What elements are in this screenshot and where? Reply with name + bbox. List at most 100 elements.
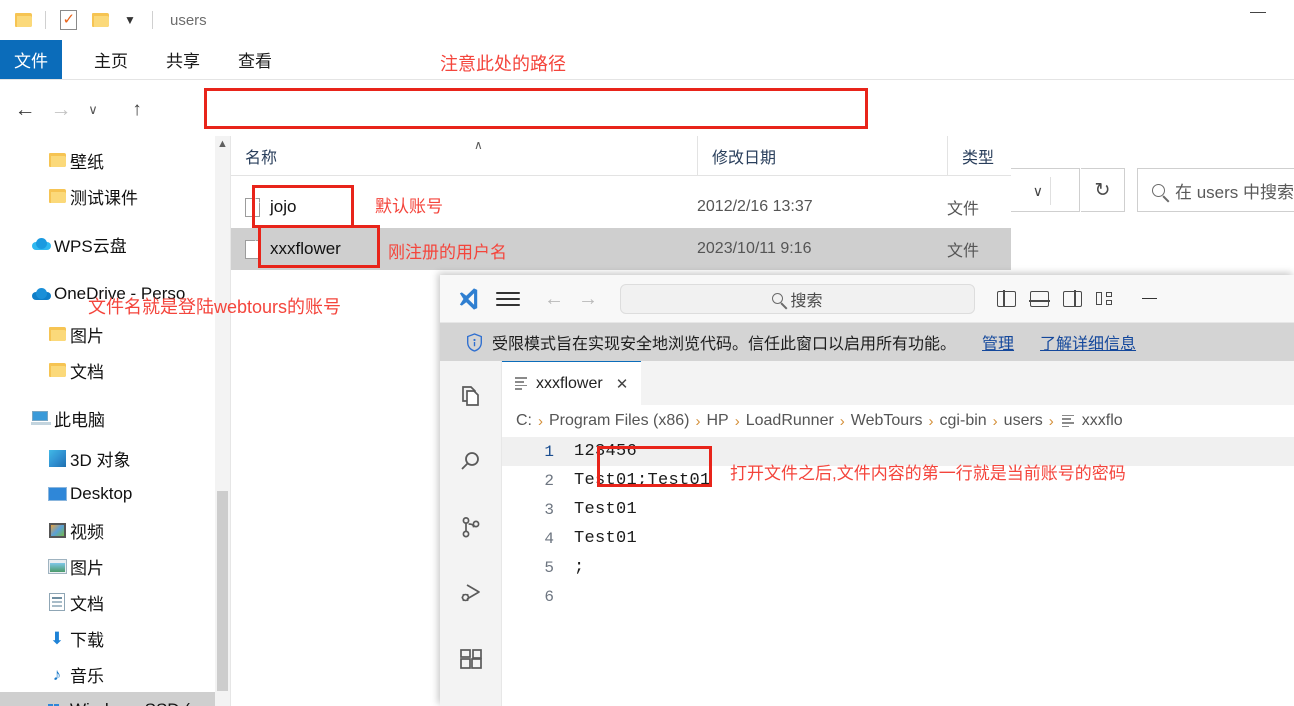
nav-item-3d-objects[interactable]: 3D 对象 (0, 440, 222, 476)
trust-banner-message: 受限模式旨在实现安全地浏览代码。信任此窗口以启用所有功能。 (492, 336, 957, 353)
trust-manage-link[interactable]: 管理 (982, 330, 1014, 354)
quick-access-folder-icon[interactable] (10, 7, 36, 33)
column-header-type[interactable]: 类型 (947, 136, 1011, 176)
breadcrumb-item-1[interactable]: Program Files (x86) (549, 412, 689, 430)
customize-layout-icon[interactable] (1096, 291, 1116, 307)
line-number: 5 (544, 558, 554, 577)
nav-item-windows-ssd[interactable]: Windows-SSD ( (0, 692, 222, 706)
screenshot-root: ▼ users 文件 主页 共享 查看 ← → ∨ ↑ « (0, 0, 1294, 706)
breadcrumb-item-7[interactable]: xxxflo (1082, 412, 1123, 430)
breadcrumb-sep: › (992, 412, 998, 430)
breadcrumb-sep: › (695, 412, 701, 430)
vscode-forward-icon[interactable]: → (578, 289, 598, 309)
file-date-cell: 2023/10/11 9:16 (697, 240, 812, 257)
customize-qat-icon[interactable]: ▼ (117, 7, 143, 33)
address-divider (1050, 177, 1051, 205)
music-icon: ♪ (52, 664, 62, 684)
recent-locations-button[interactable]: ∨ (80, 96, 106, 122)
nav-item-courseware[interactable]: 测试课件 (0, 178, 222, 214)
nav-item-videos[interactable]: 视频 (0, 512, 222, 548)
search-icon[interactable] (456, 447, 486, 477)
ribbon-tabs: 文件 主页 共享 查看 (0, 40, 1294, 80)
breadcrumb-item-6[interactable]: users (1004, 412, 1043, 430)
code-line: 5 ; (502, 553, 1294, 582)
ribbon-tab-share[interactable]: 共享 (152, 40, 214, 79)
source-control-icon[interactable] (456, 513, 486, 543)
annotation-box-xxxflower (258, 225, 380, 268)
explorer-title-bar: ▼ users (0, 0, 1294, 40)
nav-item-pictures[interactable]: 图片 (0, 548, 222, 584)
toggle-primary-sidebar-icon[interactable] (997, 289, 1016, 308)
search-box[interactable]: 在 users 中搜索 (1137, 168, 1294, 212)
documents-icon (44, 593, 70, 611)
run-and-debug-icon[interactable] (456, 579, 486, 609)
nav-item-label: 音乐 (70, 666, 104, 686)
column-header-date[interactable]: 修改日期 (697, 136, 947, 176)
nav-item-music[interactable]: ♪ 音乐 (0, 656, 222, 692)
extensions-icon[interactable] (456, 645, 486, 675)
file-type-cell: 文件 (947, 243, 980, 260)
explorer-icon[interactable] (456, 381, 486, 411)
new-folder-icon[interactable] (87, 7, 113, 33)
nav-item-wallpaper[interactable]: 壁纸 (0, 142, 222, 178)
nav-item-this-pc[interactable]: 此电脑 (0, 400, 222, 436)
qat-divider (45, 11, 46, 29)
minimize-button[interactable] (1250, 12, 1266, 13)
nav-item-label: 此电脑 (54, 410, 105, 430)
breadcrumb-item-0[interactable]: C: (516, 412, 532, 430)
nav-item-wps-cloud[interactable]: WPS云盘 (0, 226, 222, 262)
code-line: 3 Test01 (502, 495, 1294, 524)
vscode-nav-buttons: ← → (544, 289, 598, 309)
line-number: 4 (544, 529, 554, 548)
nav-item-label: 3D 对象 (70, 450, 131, 470)
window-title: users (170, 11, 207, 29)
column-header-name[interactable]: 名称 (231, 136, 697, 176)
nav-item-documents[interactable]: 文档 (0, 584, 222, 620)
address-dropdown-icon[interactable]: ∨ (1033, 183, 1043, 200)
scrollbar-thumb[interactable] (217, 491, 228, 691)
hamburger-menu-icon[interactable] (496, 291, 520, 306)
nav-item-label: WPS云盘 (54, 236, 127, 256)
breadcrumb-item-5[interactable]: cgi-bin (940, 412, 987, 430)
videos-icon (44, 522, 70, 538)
ribbon-tab-view[interactable]: 查看 (224, 40, 286, 79)
sort-indicator: ∧ (474, 138, 483, 152)
nav-pane-scrollbar[interactable]: ▲ (215, 136, 230, 706)
editor-breadcrumb: C: › Program Files (x86) › HP › LoadRunn… (502, 405, 1294, 437)
tab-xxxflower[interactable]: xxxflower ✕ (502, 361, 642, 405)
vscode-minimize-button[interactable] (1142, 297, 1157, 300)
nav-item-label: 下载 (70, 630, 104, 650)
breadcrumb-item-3[interactable]: LoadRunner (746, 412, 834, 430)
close-icon[interactable]: ✕ (616, 375, 629, 393)
line-number: 2 (544, 471, 554, 490)
vscode-search-input[interactable]: 搜索 (620, 283, 975, 314)
folder-icon (44, 327, 70, 341)
trust-learn-more-link[interactable]: 了解详细信息 (1040, 330, 1136, 354)
tab-strip: xxxflower ✕ (502, 361, 1294, 405)
ribbon-tab-file[interactable]: 文件 (0, 40, 62, 79)
breadcrumb-item-4[interactable]: WebTours (851, 412, 923, 430)
line-content: Test01 (574, 529, 638, 548)
refresh-button[interactable]: ↻ (1081, 168, 1125, 212)
nav-item-documents-od[interactable]: 文档 (0, 352, 222, 388)
nav-item-pictures-od[interactable]: 图片 (0, 316, 222, 352)
breadcrumb-item-2[interactable]: HP (706, 412, 728, 430)
annotation-password-note: 打开文件之后,文件内容的第一行就是当前账号的密码 (730, 464, 1126, 483)
nav-item-desktop[interactable]: Desktop (0, 476, 222, 512)
toggle-secondary-sidebar-icon[interactable] (1063, 289, 1082, 308)
properties-icon[interactable] (55, 7, 81, 33)
nav-item-downloads[interactable]: ⬇ 下载 (0, 620, 222, 656)
up-button[interactable]: ↑ (124, 96, 150, 122)
ribbon-tab-home[interactable]: 主页 (80, 40, 142, 79)
scroll-up-icon[interactable]: ▲ (215, 138, 230, 150)
forward-button[interactable]: → (48, 96, 74, 122)
toggle-panel-icon[interactable] (1029, 290, 1050, 307)
wps-cloud-icon (28, 238, 54, 250)
vscode-editor-area: xxxflower ✕ C: › Program Files (x86) › H… (502, 361, 1294, 706)
vscode-back-icon[interactable]: ← (544, 289, 564, 309)
file-date-cell: 2012/2/16 13:37 (697, 198, 813, 215)
back-button[interactable]: ← (12, 96, 38, 122)
vscode-logo-icon (454, 286, 482, 312)
nav-item-label: 图片 (70, 558, 104, 578)
pictures-icon (44, 558, 70, 574)
